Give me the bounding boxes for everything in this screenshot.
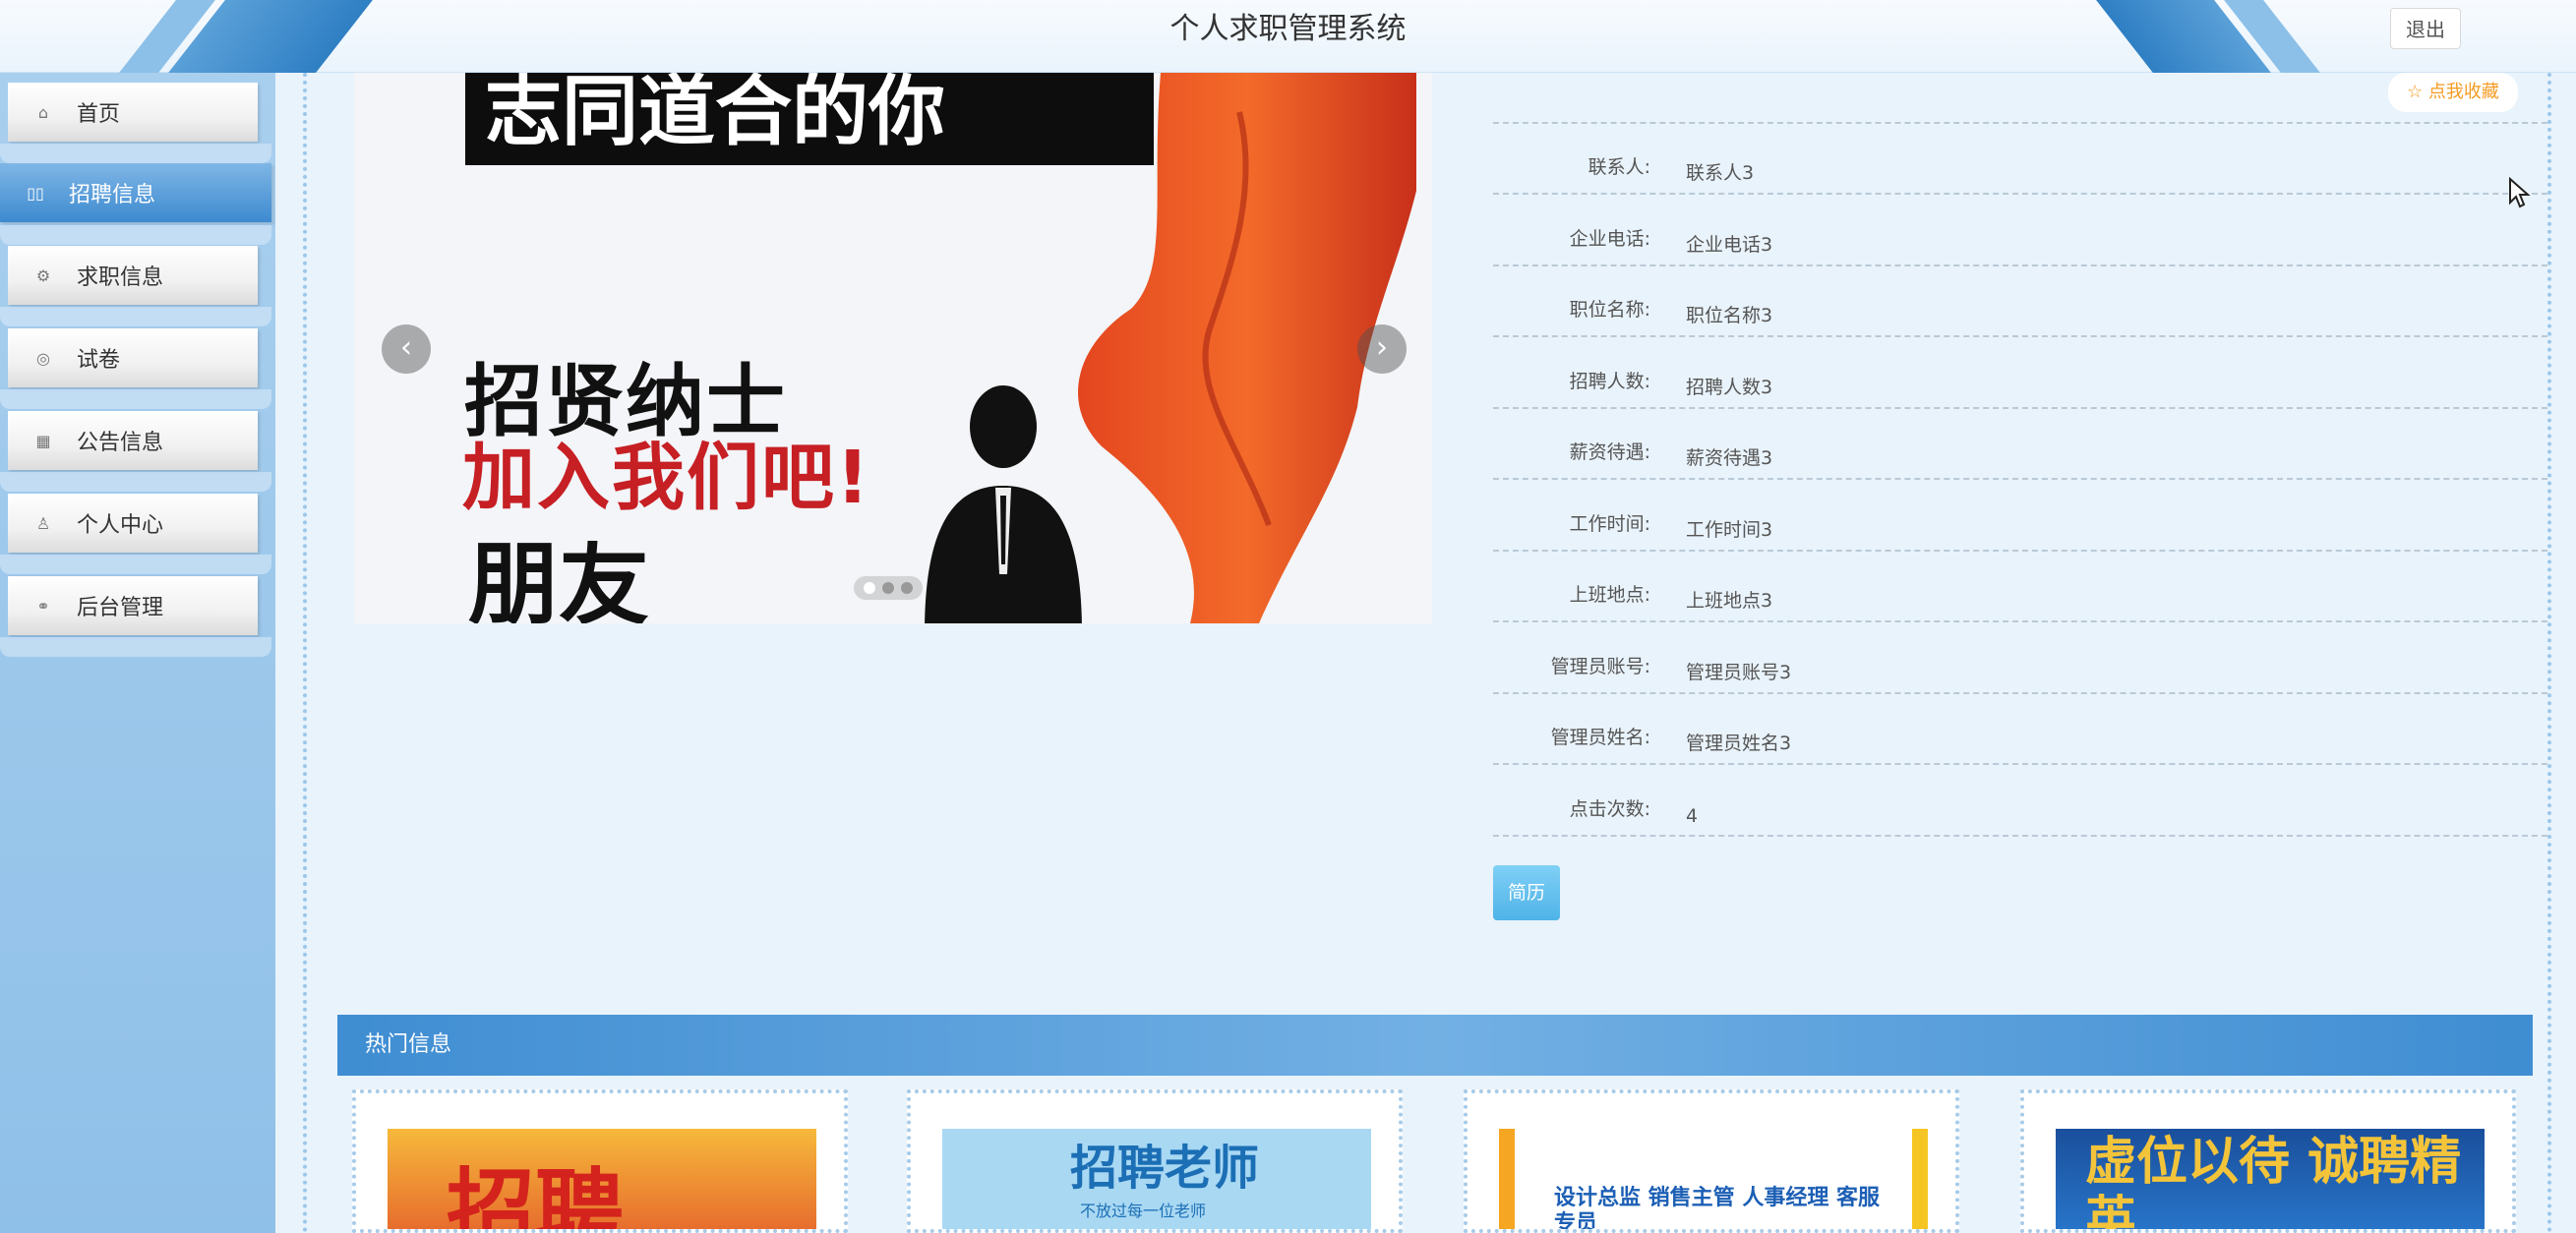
sidebar-divider bbox=[0, 307, 271, 326]
detail-value: 上班地点3 bbox=[1686, 590, 1773, 612]
detail-value: 企业电话3 bbox=[1686, 233, 1773, 256]
hot-card-subtext: 不放过每一位老师 bbox=[1080, 1202, 1207, 1220]
businessman-silhouette bbox=[925, 385, 1082, 623]
sidebar-item-job-seeking[interactable]: ⚙ 求职信息 bbox=[8, 246, 258, 305]
hot-card[interactable]: 招聘 bbox=[352, 1089, 848, 1233]
sidebar-item-label: 个人中心 bbox=[77, 513, 164, 538]
banner-line-3: 朋友 bbox=[468, 541, 650, 623]
sidebar-divider bbox=[0, 225, 271, 245]
carousel-dot[interactable] bbox=[901, 582, 914, 594]
sidebar-item-label: 首页 bbox=[77, 102, 121, 127]
detail-row: 上班地点: 上班地点3 bbox=[1493, 552, 2547, 622]
hot-card-text: 招聘老师 bbox=[1070, 1141, 1260, 1196]
hot-card-text: 虚位以待 诚聘精英 bbox=[2085, 1133, 2462, 1233]
resume-button[interactable]: 简历 bbox=[1493, 865, 1560, 920]
sidebar-item-notice[interactable]: ▦ 公告信息 bbox=[8, 411, 258, 470]
user-icon: ♙ bbox=[35, 513, 51, 533]
detail-row: 管理员账号: 管理员账号3 bbox=[1493, 623, 2547, 694]
sidebar-item-exam[interactable]: ◎ 试卷 bbox=[8, 328, 258, 387]
sidebar-item-label: 试卷 bbox=[77, 348, 121, 373]
banner-line-2: 加入我们吧! bbox=[462, 436, 871, 520]
home-icon: ⌂ bbox=[37, 102, 49, 122]
detail-value: 招聘人数3 bbox=[1686, 376, 1773, 398]
logout-button[interactable]: 退出 bbox=[2390, 8, 2461, 49]
hot-card[interactable]: 招聘老师 不放过每一位老师 bbox=[907, 1089, 1403, 1233]
sidebar-item-profile[interactable]: ♙ 个人中心 bbox=[8, 494, 258, 553]
grid-icon: ▯▯ bbox=[27, 183, 44, 203]
detail-row: 工作时间: 工作时间3 bbox=[1493, 481, 2547, 552]
hot-card-text: 招聘 bbox=[447, 1159, 624, 1233]
decor-dotted-line bbox=[303, 73, 307, 1233]
detail-label: 薪资待遇: bbox=[1569, 441, 1650, 463]
mouse-cursor-icon bbox=[2509, 177, 2531, 208]
hot-card-text: 设计总监 销售主管 人事经理 客服专员 bbox=[1554, 1186, 1880, 1233]
sidebar-divider bbox=[0, 472, 271, 492]
detail-row: 薪资待遇: 薪资待遇3 bbox=[1493, 409, 2547, 480]
detail-row: 职位名称: 职位名称3 bbox=[1493, 266, 2547, 337]
detail-label: 招聘人数: bbox=[1569, 370, 1650, 392]
detail-label: 企业电话: bbox=[1569, 227, 1650, 250]
detail-value: 管理员姓名3 bbox=[1686, 733, 1792, 754]
hot-card-image: 招聘 bbox=[388, 1129, 816, 1233]
detail-label: 联系人: bbox=[1588, 156, 1650, 178]
sidebar-item-label: 求职信息 bbox=[77, 265, 164, 290]
detail-row: 招聘人数: 招聘人数3 bbox=[1493, 338, 2547, 409]
sidebar: ⌂ 首页 ▯▯ 招聘信息 ⚙ 求职信息 ◎ 试卷 ▦ 公告信息 ♙ 个人中心 ⚭… bbox=[0, 73, 275, 1233]
hot-card-image: 虚位以待 诚聘精英 bbox=[2056, 1129, 2485, 1233]
detail-value: 薪资待遇3 bbox=[1686, 447, 1773, 469]
detail-value: 联系人3 bbox=[1686, 162, 1755, 184]
detail-value: 工作时间3 bbox=[1686, 518, 1773, 541]
detail-row: 管理员姓名: 管理员姓名3 bbox=[1493, 694, 2547, 765]
hot-card-image: 设计总监 销售主管 人事经理 客服专员 bbox=[1499, 1129, 1928, 1233]
carousel-next-button[interactable]: › bbox=[1357, 324, 1407, 374]
top-header: 个人求职管理系统 退出 bbox=[0, 0, 2576, 73]
sidebar-item-home[interactable]: ⌂ 首页 bbox=[8, 83, 258, 142]
detail-row: 企业电话: 企业电话3 bbox=[1493, 196, 2547, 266]
hot-info-header: 热门信息 bbox=[337, 1015, 2533, 1076]
sidebar-item-admin[interactable]: ⚭ 后台管理 bbox=[8, 576, 258, 635]
detail-label: 工作时间: bbox=[1569, 512, 1650, 535]
paper-icon: ◎ bbox=[36, 348, 50, 368]
hot-card-image: 招聘老师 不放过每一位老师 bbox=[942, 1129, 1371, 1229]
banner-carousel[interactable]: 志同道合的你 招贤纳士 加入我们吧! 朋友 ‹ › bbox=[354, 73, 1432, 623]
detail-value: 管理员账号3 bbox=[1686, 661, 1792, 683]
sidebar-item-label: 后台管理 bbox=[77, 596, 164, 620]
sidebar-divider bbox=[0, 389, 271, 409]
carousel-dot[interactable] bbox=[863, 582, 875, 594]
detail-label: 管理员账号: bbox=[1550, 655, 1650, 677]
sidebar-item-label: 公告信息 bbox=[77, 431, 164, 455]
carousel-dot[interactable] bbox=[881, 582, 894, 594]
detail-label: 职位名称: bbox=[1569, 299, 1650, 321]
page-title: 个人求职管理系统 bbox=[1169, 12, 1407, 46]
detail-row: 联系人: 联系人3 bbox=[1493, 124, 2547, 195]
gear-icon: ⚙ bbox=[35, 265, 51, 285]
detail-label: 上班地点: bbox=[1569, 584, 1650, 606]
decor-dotted-line bbox=[2547, 73, 2551, 1233]
favorite-button[interactable]: ☆ 点我收藏 bbox=[2388, 73, 2518, 112]
sidebar-divider bbox=[0, 555, 271, 574]
carousel-indicator bbox=[854, 576, 923, 600]
detail-label: 管理员姓名: bbox=[1550, 727, 1650, 748]
notice-icon: ▦ bbox=[35, 431, 51, 450]
detail-value: 4 bbox=[1686, 804, 1699, 827]
detail-label: 点击次数: bbox=[1569, 797, 1650, 820]
sidebar-divider bbox=[0, 144, 271, 163]
hot-card[interactable]: 虚位以待 诚聘精英 bbox=[2020, 1089, 2516, 1233]
carousel-prev-button[interactable]: ‹ bbox=[382, 324, 431, 374]
sidebar-divider bbox=[0, 637, 271, 657]
hot-card[interactable]: 设计总监 销售主管 人事经理 客服专员 bbox=[1464, 1089, 1959, 1233]
link-icon: ⚭ bbox=[36, 596, 50, 616]
sidebar-item-recruitment[interactable]: ▯▯ 招聘信息 bbox=[0, 163, 271, 222]
detail-value: 职位名称3 bbox=[1686, 305, 1773, 326]
detail-row: 点击次数: 4 bbox=[1493, 766, 2547, 837]
sidebar-item-label: 招聘信息 bbox=[69, 183, 156, 207]
